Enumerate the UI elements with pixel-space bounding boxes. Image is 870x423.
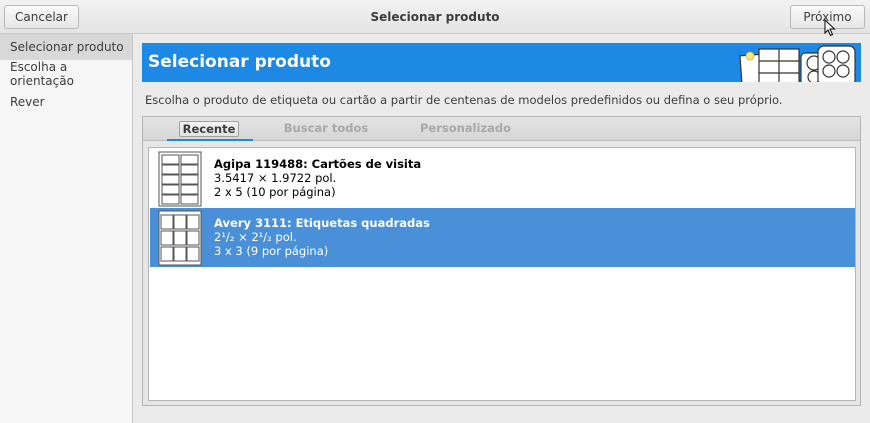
product-size: 3.5417 × 1.9722 pol. — [214, 171, 337, 185]
product-size: 2¹/₂ × 2¹/₂ pol. — [214, 230, 297, 244]
square-labels-template-icon — [158, 210, 202, 266]
tab-search-all[interactable]: Buscar todos — [271, 121, 381, 137]
sidebar-item-label: Rever — [10, 95, 45, 109]
list-item-selected[interactable]: Avery 3111: Etiquetas quadradas 2¹/₂ × 2… — [150, 208, 855, 267]
sidebar-item-label: Selecionar produto — [10, 40, 124, 54]
tab-recent[interactable]: Recente — [179, 121, 239, 137]
header-bar: Cancelar Selecionar produto Próximo — [0, 0, 870, 34]
sidebar-item-orientation[interactable]: Escolha a orientação — [0, 60, 132, 88]
label-sheets-icon — [739, 45, 856, 82]
product-name: Agipa 119488: Cartões de visita — [214, 157, 422, 171]
product-layout: 2 x 5 (10 por página) — [214, 185, 336, 199]
product-name: Avery 3111: Etiquetas quadradas — [214, 216, 430, 230]
tab-bar: Recente Buscar todos Personalizado — [143, 117, 860, 141]
page-banner: Selecionar produto — [142, 43, 861, 82]
sidebar-item-label: Escolha a orientação — [10, 60, 74, 88]
page-title: Selecionar produto — [148, 52, 331, 72]
tab-custom[interactable]: Personalizado — [413, 121, 518, 137]
list-item[interactable]: Agipa 119488: Cartões de visita 3.5417 ×… — [150, 149, 855, 208]
product-list[interactable]: Agipa 119488: Cartões de visita 3.5417 ×… — [148, 147, 856, 401]
business-card-template-icon — [158, 151, 202, 207]
description-text: Escolha o produto de etiqueta ou cartão … — [145, 93, 783, 107]
product-layout: 3 x 3 (9 por página) — [214, 244, 329, 258]
mouse-cursor-icon — [824, 19, 836, 37]
sidebar-item-select-product[interactable]: Selecionar produto — [0, 34, 132, 60]
product-panel: Recente Buscar todos Personalizado Agipa… — [142, 116, 861, 406]
dialog-title: Selecionar produto — [370, 10, 500, 24]
sidebar: Selecionar produto Escolha a orientação … — [0, 34, 133, 423]
active-tab-indicator — [167, 139, 253, 141]
sidebar-item-review[interactable]: Rever — [0, 89, 132, 115]
